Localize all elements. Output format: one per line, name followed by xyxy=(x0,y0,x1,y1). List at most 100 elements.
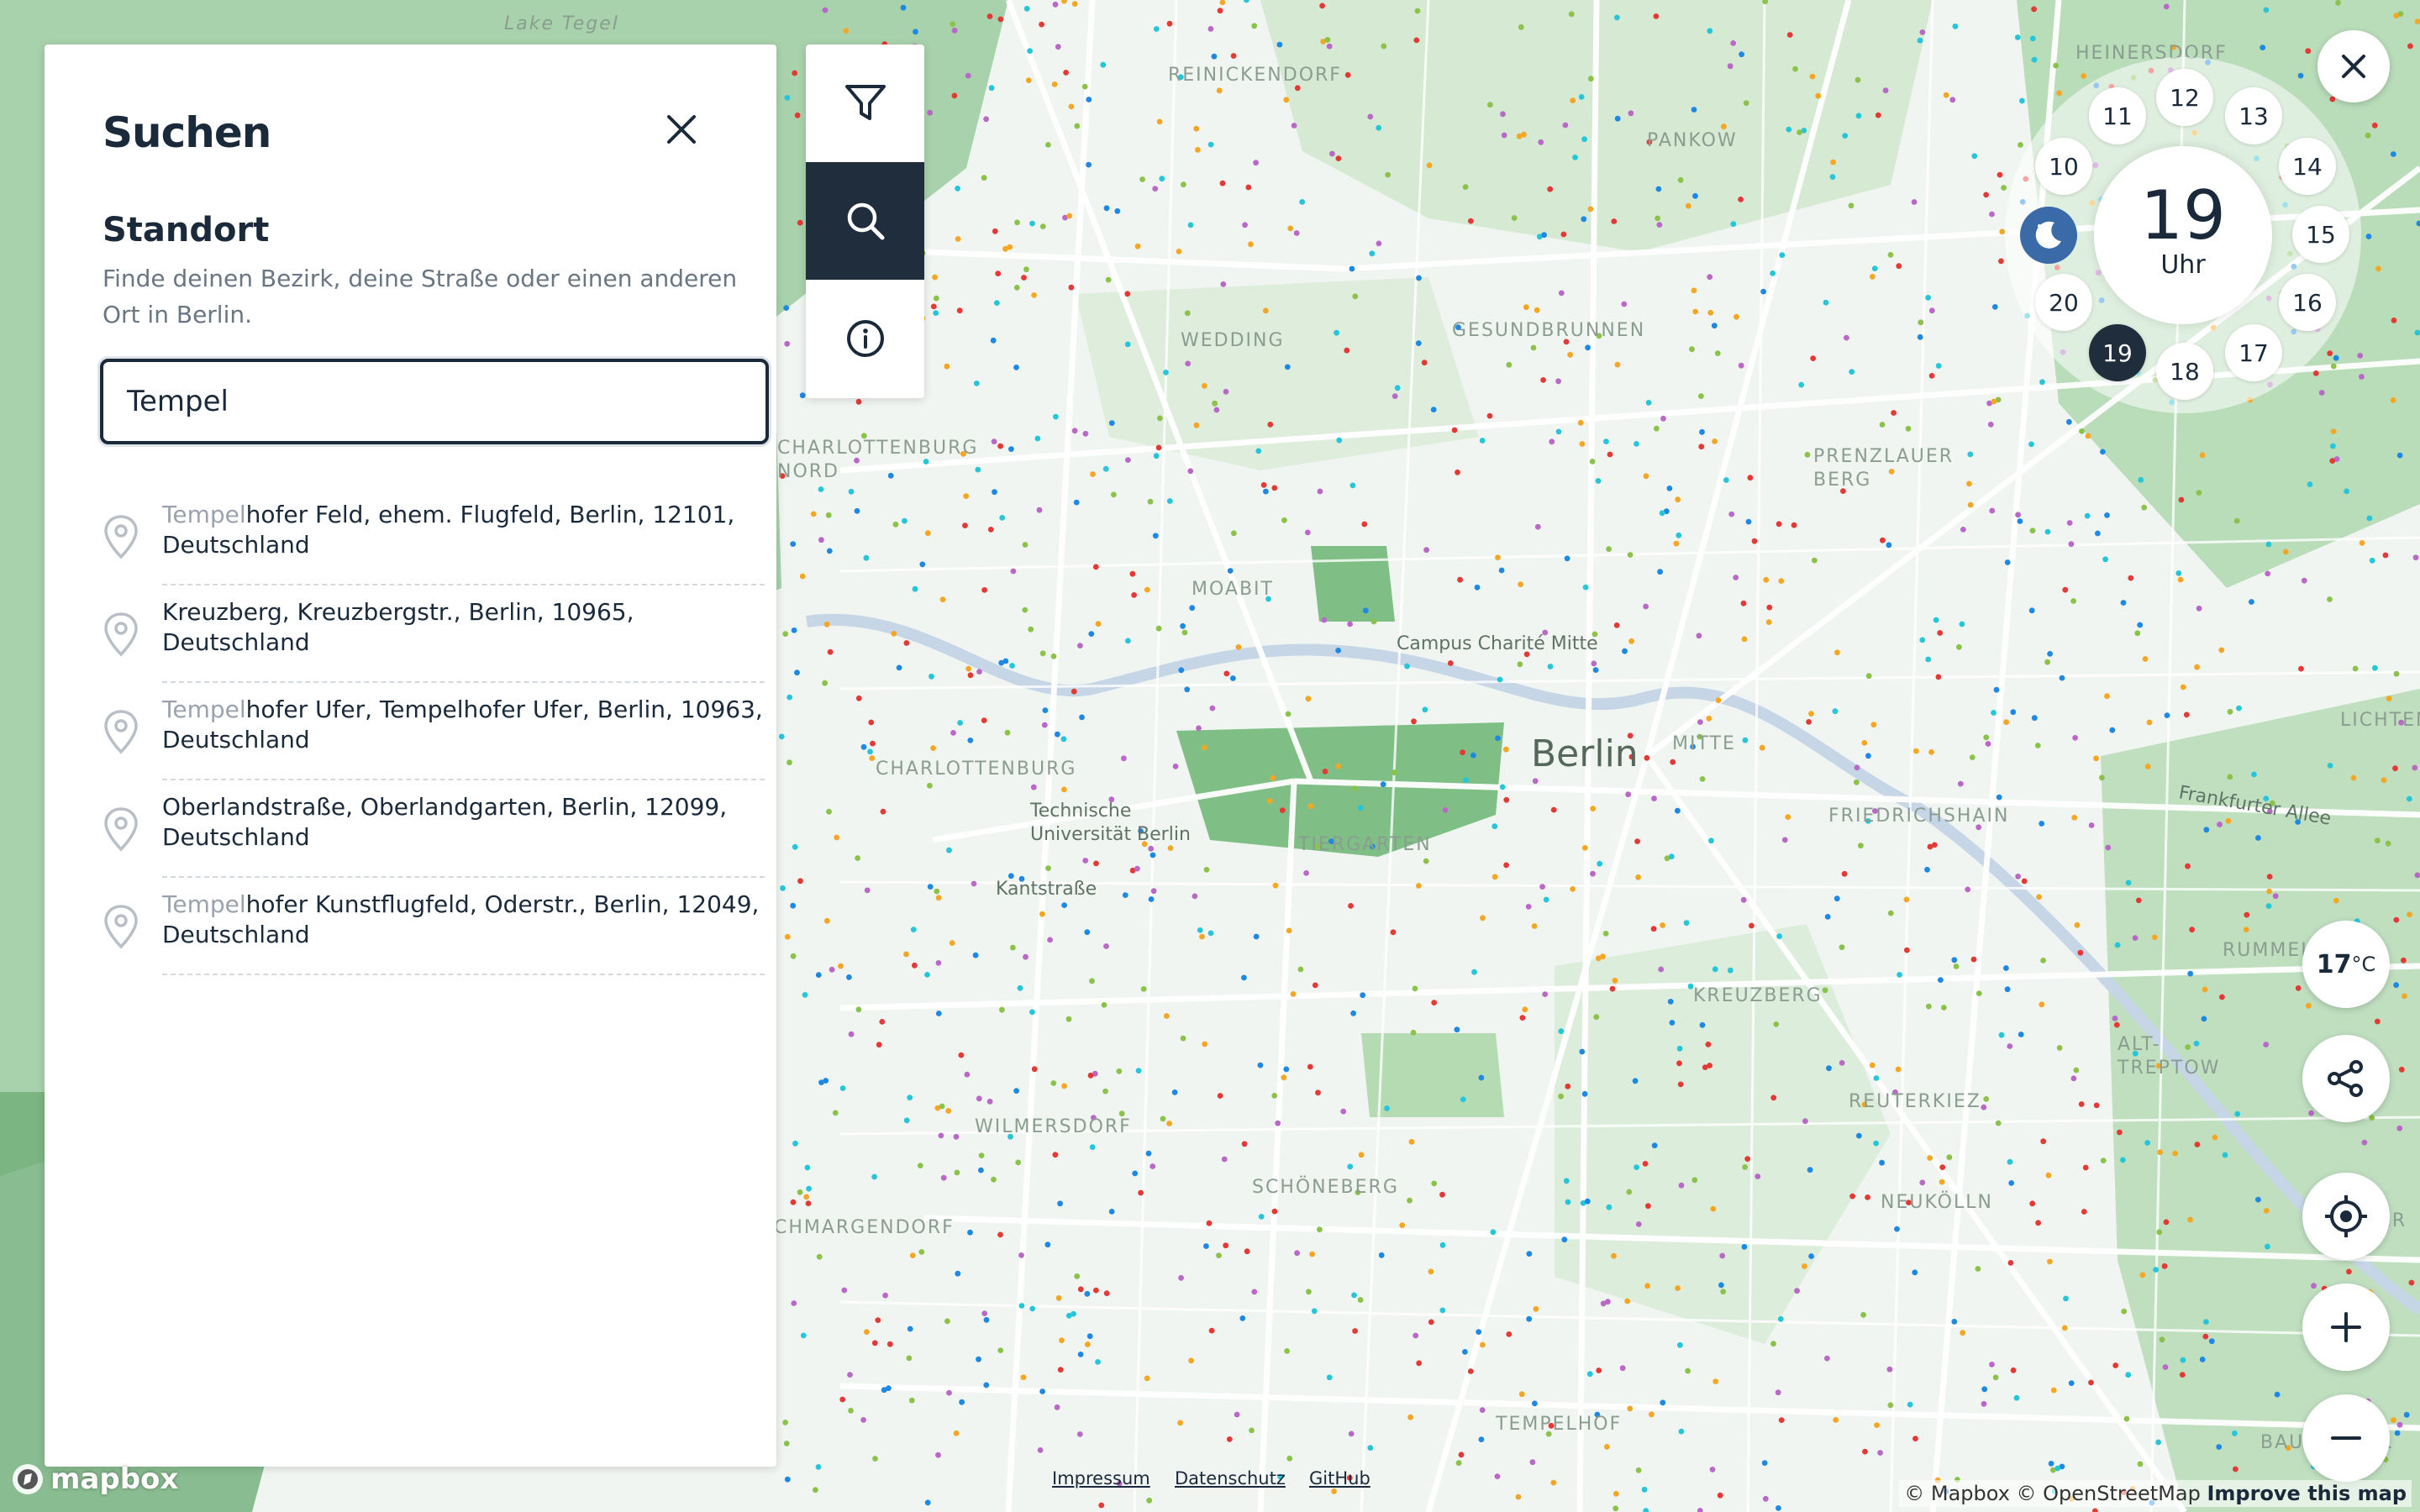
tree-marker[interactable] xyxy=(1029,220,1035,227)
tree-marker[interactable] xyxy=(1181,629,1188,636)
tree-marker[interactable] xyxy=(1581,136,1587,143)
tree-marker[interactable] xyxy=(1645,400,1652,406)
tree-marker[interactable] xyxy=(1656,222,1663,228)
tree-marker[interactable] xyxy=(1139,176,1145,182)
tree-marker[interactable] xyxy=(827,648,834,655)
search-result-item[interactable]: Tempelhofer Ufer, Tempelhofer Ufer, Berl… xyxy=(101,683,765,780)
tree-marker[interactable] xyxy=(2329,458,2336,464)
tree-marker[interactable] xyxy=(951,92,958,99)
tree-marker[interactable] xyxy=(1676,532,1682,538)
tree-marker[interactable] xyxy=(1786,32,1793,38)
tree-marker[interactable] xyxy=(803,1194,810,1200)
tree-marker[interactable] xyxy=(1903,896,1910,903)
tree-marker[interactable] xyxy=(1777,1315,1784,1322)
tree-marker[interactable] xyxy=(1592,667,1599,673)
tree-marker[interactable] xyxy=(1100,61,1107,68)
tree-marker[interactable] xyxy=(2014,34,2021,40)
tree-marker[interactable] xyxy=(879,1019,886,1025)
tree-marker[interactable] xyxy=(784,95,791,101)
tree-marker[interactable] xyxy=(986,13,993,19)
tree-marker[interactable] xyxy=(1706,716,1712,722)
tree-marker[interactable] xyxy=(2104,693,2110,700)
tree-marker[interactable] xyxy=(2402,993,2407,1000)
tree-marker[interactable] xyxy=(799,392,806,399)
tree-marker[interactable] xyxy=(2265,570,2271,577)
tree-marker[interactable] xyxy=(1577,419,1584,426)
tree-marker[interactable] xyxy=(826,808,832,815)
tree-marker[interactable] xyxy=(1654,425,1660,432)
tree-marker[interactable] xyxy=(1061,902,1067,908)
tree-marker[interactable] xyxy=(1595,478,1602,484)
tree-marker[interactable] xyxy=(1241,1141,1248,1147)
tree-marker[interactable] xyxy=(927,782,933,789)
tree-marker[interactable] xyxy=(1010,944,1016,951)
tree-marker[interactable] xyxy=(1765,619,1772,625)
tree-marker[interactable] xyxy=(1542,991,1549,997)
tree-marker[interactable] xyxy=(1156,118,1163,125)
tree-marker[interactable] xyxy=(1927,843,1933,850)
tree-marker[interactable] xyxy=(1061,786,1067,793)
tree-marker[interactable] xyxy=(1150,888,1157,895)
tree-marker[interactable] xyxy=(1171,1089,1178,1095)
tree-marker[interactable] xyxy=(1281,1074,1287,1081)
tree-marker[interactable] xyxy=(2121,1308,2128,1315)
tree-marker[interactable] xyxy=(1558,1028,1565,1034)
tree-marker[interactable] xyxy=(1146,1497,1153,1504)
tree-marker[interactable] xyxy=(1770,1341,1776,1347)
tree-marker[interactable] xyxy=(799,573,806,580)
tree-marker[interactable] xyxy=(1167,845,1174,851)
tree-marker[interactable] xyxy=(1879,422,1886,428)
tree-marker[interactable] xyxy=(1103,205,1110,212)
tree-marker[interactable] xyxy=(2040,1138,2047,1145)
tree-marker[interactable] xyxy=(2109,727,2116,733)
tree-marker[interactable] xyxy=(1089,1144,1096,1150)
tree-marker[interactable] xyxy=(1918,319,1924,326)
tree-marker[interactable] xyxy=(1572,155,1578,160)
tree-marker[interactable] xyxy=(2073,1067,2080,1074)
tree-marker[interactable] xyxy=(1699,1021,1706,1028)
tree-marker[interactable] xyxy=(2062,586,2069,593)
tree-marker[interactable] xyxy=(2187,1216,2193,1223)
tree-marker[interactable] xyxy=(1634,838,1640,844)
tree-marker[interactable] xyxy=(2312,370,2319,376)
tree-marker[interactable] xyxy=(860,743,867,750)
tree-marker[interactable] xyxy=(834,834,840,841)
tree-marker[interactable] xyxy=(1995,1120,2002,1126)
tree-marker[interactable] xyxy=(986,1098,993,1105)
tree-marker[interactable] xyxy=(1677,1081,1684,1088)
tree-marker[interactable] xyxy=(882,1292,888,1299)
tree-marker[interactable] xyxy=(908,1397,915,1404)
tree-marker[interactable] xyxy=(797,878,803,885)
tree-marker[interactable] xyxy=(791,1300,797,1306)
tree-marker[interactable] xyxy=(903,640,910,646)
tree-marker[interactable] xyxy=(1148,845,1155,852)
tree-marker[interactable] xyxy=(1913,748,1919,754)
tree-marker[interactable] xyxy=(999,1006,1005,1013)
tree-marker[interactable] xyxy=(2061,1325,2068,1331)
tree-marker[interactable] xyxy=(1018,1303,1025,1309)
tree-marker[interactable] xyxy=(918,1249,925,1255)
tree-marker[interactable] xyxy=(2243,927,2249,932)
tree-marker[interactable] xyxy=(1357,1297,1364,1303)
tree-marker[interactable] xyxy=(1798,381,1805,388)
tree-marker[interactable] xyxy=(2265,903,2272,909)
tree-marker[interactable] xyxy=(1086,97,1092,102)
tree-marker[interactable] xyxy=(1865,673,1872,680)
tree-marker[interactable] xyxy=(1555,428,1562,435)
tree-marker[interactable] xyxy=(2070,598,2077,604)
tree-marker[interactable] xyxy=(1087,1072,1094,1079)
tree-marker[interactable] xyxy=(2010,709,2017,716)
tree-marker[interactable] xyxy=(1742,737,1749,743)
tree-marker[interactable] xyxy=(1061,1083,1067,1089)
tree-marker[interactable] xyxy=(1413,1332,1419,1339)
tree-marker[interactable] xyxy=(994,300,1000,306)
tree-marker[interactable] xyxy=(2335,0,2341,6)
tree-marker[interactable] xyxy=(2099,774,2105,781)
tree-marker[interactable] xyxy=(1291,123,1297,129)
tree-marker[interactable] xyxy=(912,962,918,969)
tree-marker[interactable] xyxy=(900,4,907,11)
tree-marker[interactable] xyxy=(1590,870,1596,877)
tree-marker[interactable] xyxy=(1315,1089,1321,1096)
tree-marker[interactable] xyxy=(1981,1400,1987,1407)
tree-marker[interactable] xyxy=(2396,1421,2403,1428)
